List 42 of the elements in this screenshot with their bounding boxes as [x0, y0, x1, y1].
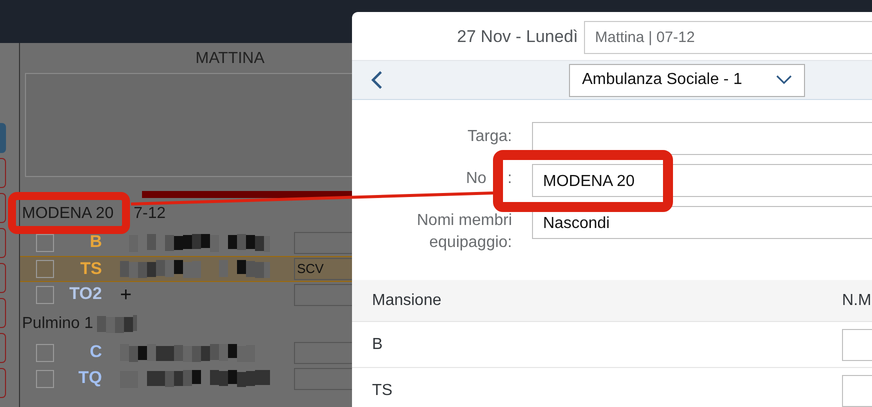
side-tab[interactable]	[0, 263, 6, 293]
shift-select[interactable]: Mattina | 07-12	[584, 20, 872, 54]
side-tab[interactable]	[0, 123, 6, 153]
side-tab[interactable]	[0, 193, 6, 223]
column-header: N.M	[842, 290, 872, 310]
checkbox[interactable]	[36, 260, 54, 278]
role-label: TQ	[78, 369, 102, 388]
vehicle-time: 7-12	[134, 204, 166, 224]
pixelated-text	[97, 315, 138, 333]
add-button[interactable]: +	[120, 284, 132, 304]
side-tab[interactable]	[0, 333, 6, 363]
side-tab[interactable]	[0, 228, 6, 258]
number-field[interactable]	[842, 374, 872, 406]
role-label: B	[90, 233, 102, 252]
input-field[interactable]	[532, 122, 872, 155]
field-label: Nomi membri equipaggio:	[416, 211, 513, 253]
table-cell-text: TS	[372, 380, 392, 400]
back-icon[interactable]	[370, 70, 384, 90]
checkbox[interactable]	[36, 344, 54, 362]
table-cell-text: B	[372, 334, 383, 354]
side-tab[interactable]	[0, 368, 6, 398]
role-label: TO2	[69, 285, 102, 304]
field-label: :	[508, 169, 512, 189]
field-label: No	[466, 169, 486, 189]
date-title: 27 Nov - Lunedì	[456, 26, 579, 48]
column-header: Mansione	[372, 290, 442, 310]
column-title: MATTINA	[194, 49, 266, 69]
field-label: Targa:	[466, 127, 513, 147]
chevron-down-icon	[776, 75, 792, 85]
role-label: C	[90, 343, 102, 362]
number-field[interactable]	[842, 328, 872, 360]
vehicle-name: Pulmino 1	[22, 314, 94, 334]
input-field[interactable]: Nascondi	[532, 206, 872, 239]
vehicle-select[interactable]: Ambulanza Sociale - 1	[569, 64, 805, 96]
vehicle-name: MODENA 20	[22, 204, 114, 224]
side-tab[interactable]	[0, 158, 6, 188]
side-tab[interactable]	[0, 298, 6, 328]
checkbox[interactable]	[36, 370, 54, 388]
role-label: TS	[80, 260, 102, 278]
checkbox[interactable]	[36, 234, 54, 252]
checkbox[interactable]	[36, 286, 54, 304]
input-field[interactable]: MODENA 20	[532, 164, 872, 197]
